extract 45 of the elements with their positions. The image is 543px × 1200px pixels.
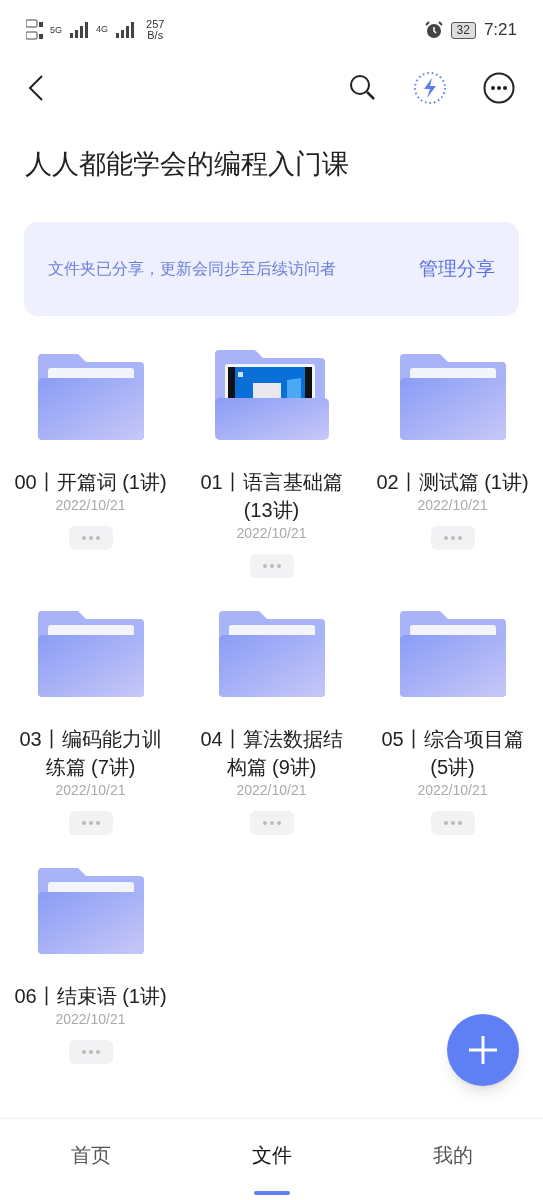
back-icon[interactable] (28, 75, 44, 101)
folder-date: 2022/10/21 (417, 496, 488, 514)
nav-tab[interactable]: 首页 (0, 1119, 181, 1191)
speed-unit: B/s (147, 30, 164, 41)
folder-date: 2022/10/21 (417, 781, 488, 799)
tab-indicator (253, 1191, 290, 1195)
folder-date: 2022/10/21 (55, 1010, 126, 1028)
folder-date: 2022/10/21 (55, 781, 126, 799)
folder-name: 01丨语言基础篇 (13讲) (199, 470, 344, 523)
speed-value: 257 (146, 19, 165, 30)
folder-date: 2022/10/21 (236, 524, 307, 542)
signal-icon (114, 21, 137, 39)
network-label: 4G (96, 23, 109, 37)
network-label: 5G (50, 25, 62, 35)
folder-name: 02丨测试篇 (1讲) (375, 470, 530, 495)
manage-share-link[interactable]: 管理分享 (419, 254, 495, 284)
more-options-icon[interactable] (249, 554, 294, 578)
share-message: 文件夹已分享，更新会同步至后续访问者 (48, 259, 336, 279)
more-options-icon[interactable] (68, 1040, 113, 1064)
folder-name: 00丨开篇词 (1讲) (13, 470, 168, 495)
page-title: 人人都能学会的编程入门课 (24, 148, 350, 181)
signal-icon (68, 21, 90, 39)
lightning-icon[interactable] (413, 71, 447, 105)
folder-name: 04丨算法数据结构篇 (9讲) (199, 727, 344, 780)
more-icon[interactable] (483, 72, 515, 104)
sim-icon (26, 19, 44, 41)
folder-icon[interactable] (214, 350, 329, 442)
nav-tab[interactable]: 文件 (181, 1119, 362, 1191)
folder-date: 2022/10/21 (236, 781, 307, 799)
battery-indicator: 32 (450, 21, 476, 39)
folder-date: 2022/10/21 (55, 496, 126, 514)
more-options-icon[interactable] (249, 811, 294, 835)
more-options-icon[interactable] (430, 811, 475, 835)
nav-tab[interactable]: 我的 (362, 1119, 543, 1191)
alarm-icon (424, 21, 443, 39)
add-button[interactable] (447, 1014, 519, 1086)
status-time: 7:21 (483, 19, 517, 42)
search-icon[interactable] (349, 74, 377, 102)
more-options-icon[interactable] (430, 526, 475, 550)
more-options-icon[interactable] (68, 811, 113, 835)
plus-icon (468, 1035, 498, 1065)
folder-name: 03丨编码能力训练篇 (7讲) (18, 727, 163, 780)
more-options-icon[interactable] (68, 526, 113, 550)
folder-name: 06丨结束语 (1讲) (13, 984, 168, 1009)
folder-name: 05丨综合项目篇 (5讲) (380, 727, 525, 780)
